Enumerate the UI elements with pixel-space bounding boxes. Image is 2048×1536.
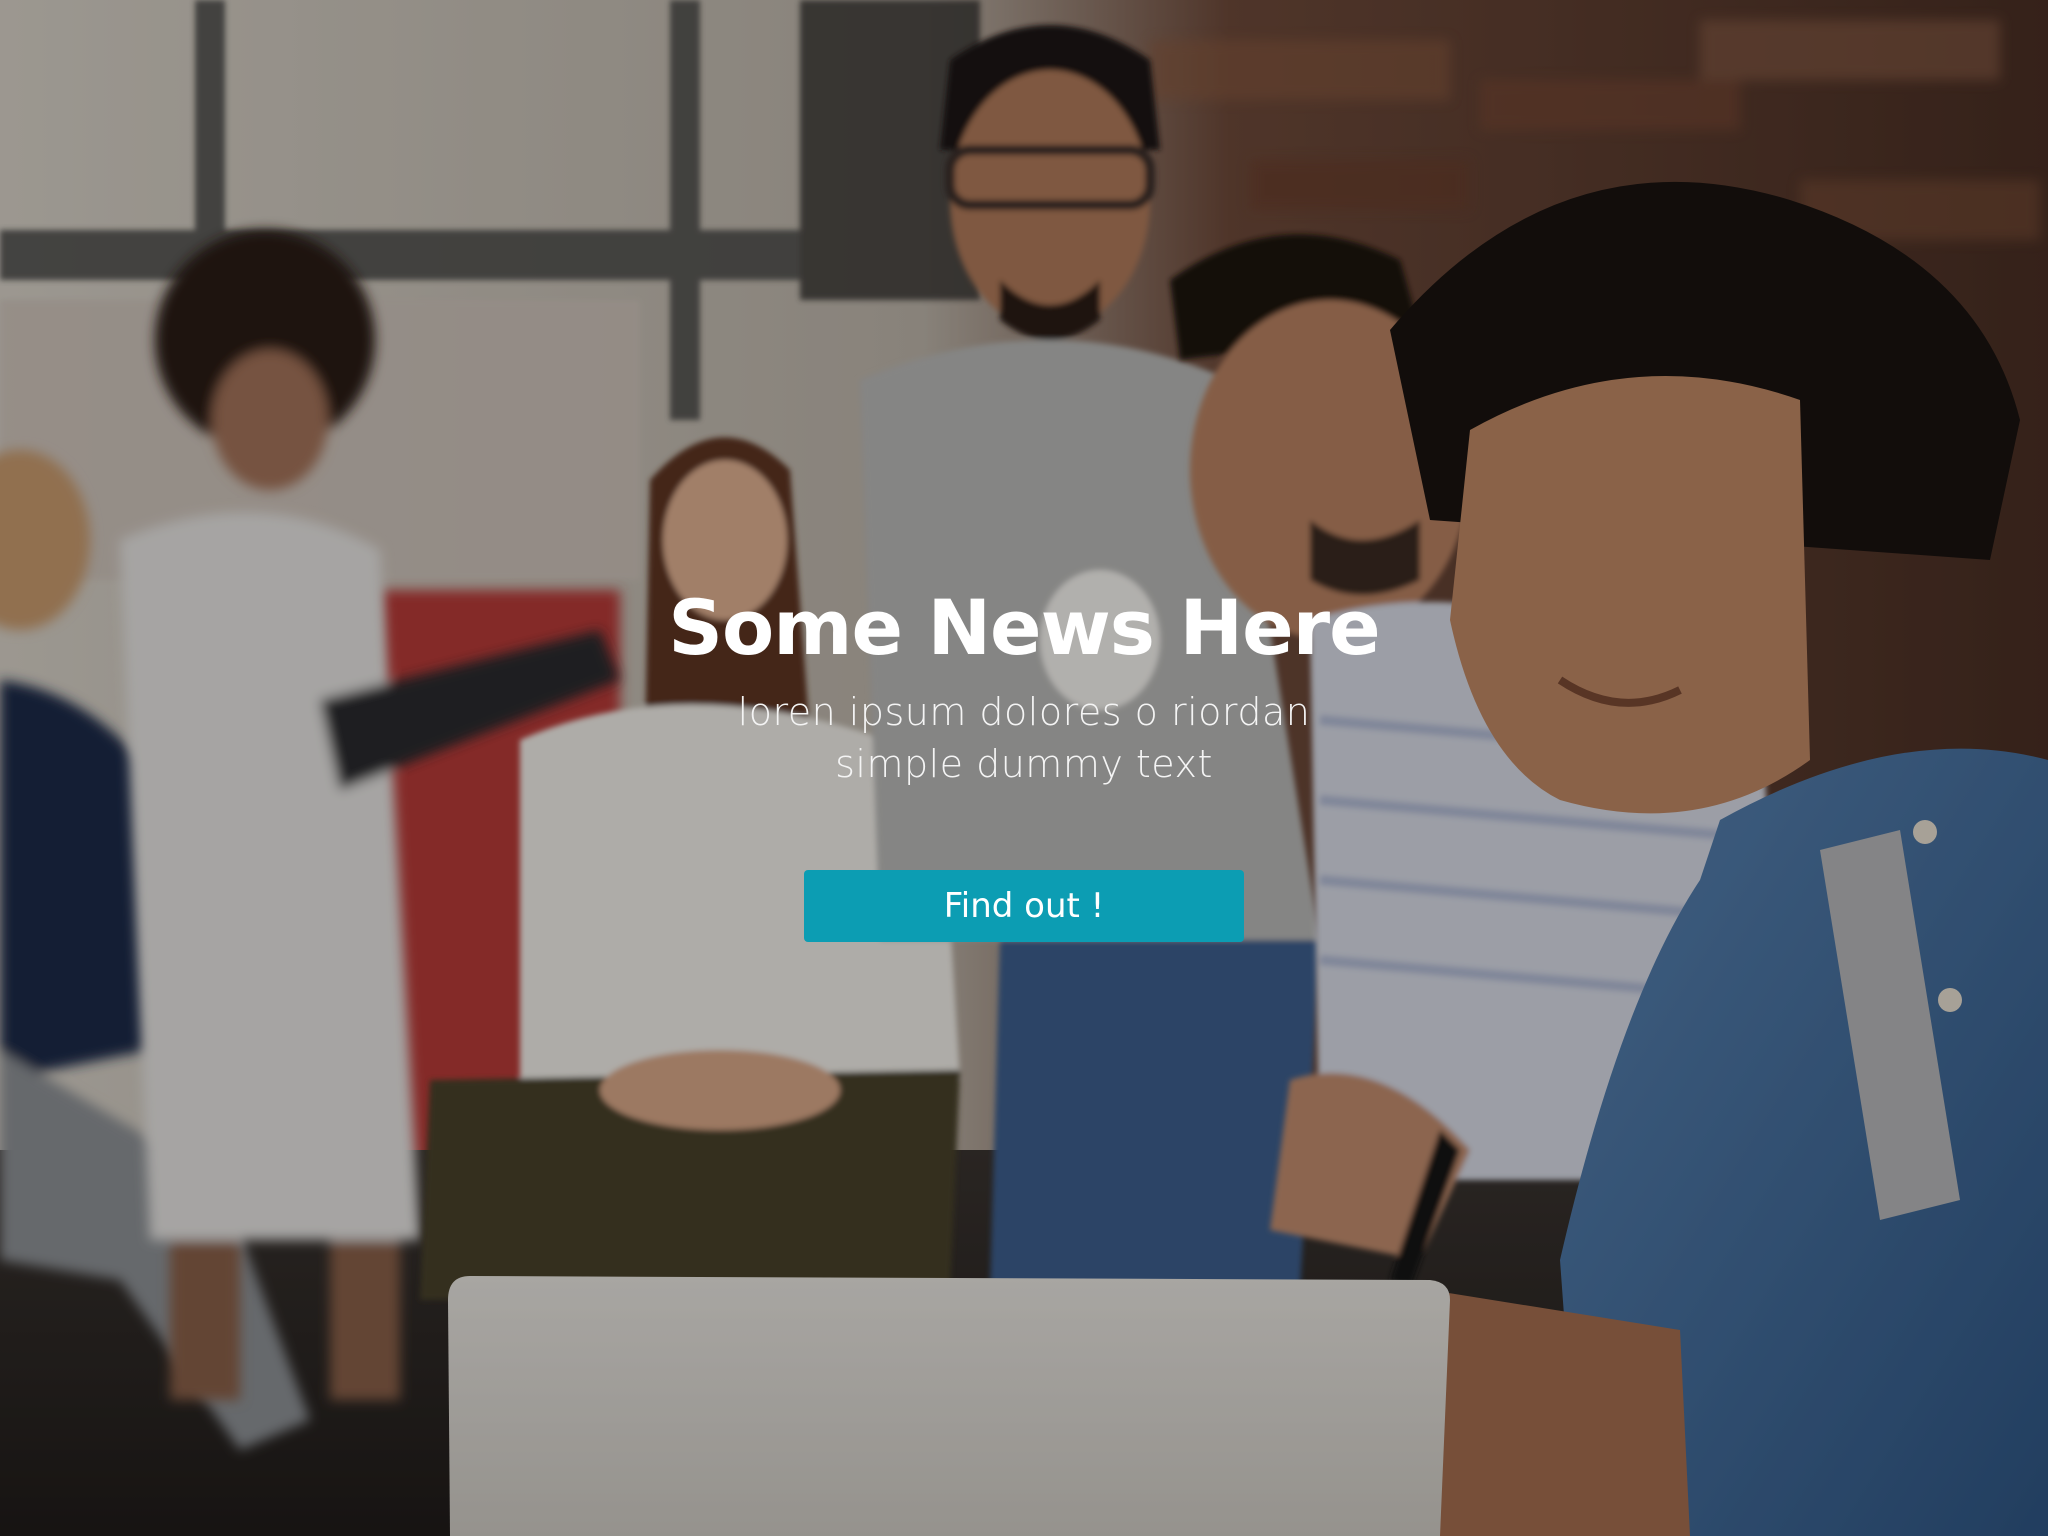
subtitle-line-1: loren ipsum dolores o riordan [737, 690, 1311, 734]
find-out-button[interactable]: Find out ! [804, 870, 1244, 942]
hero-banner: Some News Here loren ipsum dolores o rio… [0, 0, 2048, 1536]
hero-headline: Some News Here [668, 583, 1380, 672]
hero-content: Some News Here loren ipsum dolores o rio… [0, 580, 2048, 942]
subtitle-line-2: simple dummy text [835, 742, 1213, 786]
hero-subtitle: loren ipsum dolores o riordan simple dum… [674, 686, 1374, 790]
